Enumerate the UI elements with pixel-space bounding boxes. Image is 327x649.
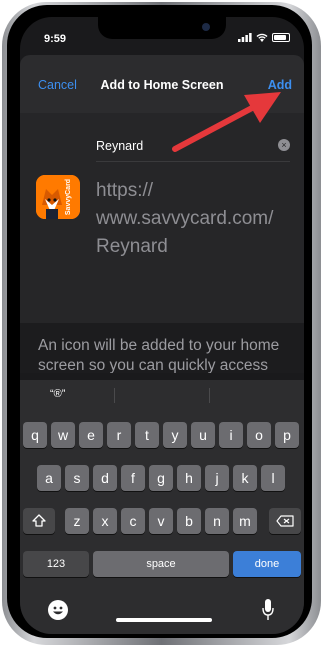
key-k[interactable]: k: [233, 465, 257, 491]
clear-icon[interactable]: ×: [278, 139, 290, 151]
suggestion-item[interactable]: “®”: [50, 388, 65, 400]
suggestion-bar: “®”: [20, 380, 304, 410]
key-g[interactable]: g: [149, 465, 173, 491]
key-r[interactable]: r: [107, 422, 131, 448]
name-input-value: Reynard: [96, 139, 144, 153]
status-icons: [238, 33, 290, 42]
app-icon: SavvyCard: [36, 175, 80, 219]
key-j[interactable]: j: [205, 465, 229, 491]
url-line: https://: [96, 180, 154, 201]
info-text: An icon will be added to your home scree…: [38, 337, 280, 373]
divider: [209, 388, 210, 403]
key-o[interactable]: o: [247, 422, 271, 448]
fox-mascot-icon: SavvyCard: [36, 175, 80, 219]
key-t[interactable]: t: [135, 422, 159, 448]
nav-bar: Cancel Add to Home Screen Add: [20, 55, 304, 113]
key-f[interactable]: f: [121, 465, 145, 491]
status-time: 9:59: [44, 33, 67, 45]
space-key[interactable]: space: [93, 551, 229, 577]
url-line: Reynard: [96, 236, 168, 257]
key-n[interactable]: n: [205, 508, 229, 534]
name-field[interactable]: Reynard ×: [96, 131, 290, 162]
wifi-icon: [256, 33, 268, 42]
shortcut-form: Reynard × SavvyCard https:// www.savvyca…: [20, 113, 304, 323]
key-l[interactable]: l: [261, 465, 285, 491]
backspace-icon: [276, 515, 294, 527]
key-q[interactable]: q: [23, 422, 47, 448]
shift-key[interactable]: [23, 508, 55, 534]
key-h[interactable]: h: [177, 465, 201, 491]
url-line: www.savvycard.com/: [96, 208, 274, 229]
key-u[interactable]: u: [191, 422, 215, 448]
key-p[interactable]: p: [275, 422, 299, 448]
page-title: Add to Home Screen: [100, 78, 224, 92]
key-x[interactable]: x: [93, 508, 117, 534]
key-w[interactable]: w: [51, 422, 75, 448]
info-section: An icon will be added to your home scree…: [20, 323, 304, 373]
numbers-key[interactable]: 123: [23, 551, 89, 577]
camera-icon: [202, 23, 210, 31]
key-y[interactable]: y: [163, 422, 187, 448]
notch: [98, 17, 226, 39]
microphone-icon[interactable]: [262, 598, 274, 622]
home-indicator: [116, 618, 212, 622]
emoji-icon[interactable]: [48, 600, 68, 620]
svg-text:SavvyCard: SavvyCard: [65, 179, 72, 215]
key-i[interactable]: i: [219, 422, 243, 448]
url-text: https:// www.savvycard.com/ Reynard: [96, 177, 296, 261]
keyboard: “®” q w e r t y u i o p a s d f g h j k …: [20, 380, 304, 634]
add-button[interactable]: Add: [268, 78, 292, 92]
shift-icon: [32, 514, 46, 527]
battery-icon: [272, 33, 290, 42]
done-key[interactable]: done: [233, 551, 301, 577]
divider: [114, 388, 115, 403]
key-a[interactable]: a: [37, 465, 61, 491]
signal-icon: [238, 33, 252, 42]
backspace-key[interactable]: [269, 508, 301, 534]
phone-screen: 9:59 Cancel Add to Home Screen Add Reyna…: [20, 17, 304, 634]
key-v[interactable]: v: [149, 508, 173, 534]
key-b[interactable]: b: [177, 508, 201, 534]
key-c[interactable]: c: [121, 508, 145, 534]
key-m[interactable]: m: [233, 508, 257, 534]
key-s[interactable]: s: [65, 465, 89, 491]
key-z[interactable]: z: [65, 508, 89, 534]
key-d[interactable]: d: [93, 465, 117, 491]
key-e[interactable]: e: [79, 422, 103, 448]
